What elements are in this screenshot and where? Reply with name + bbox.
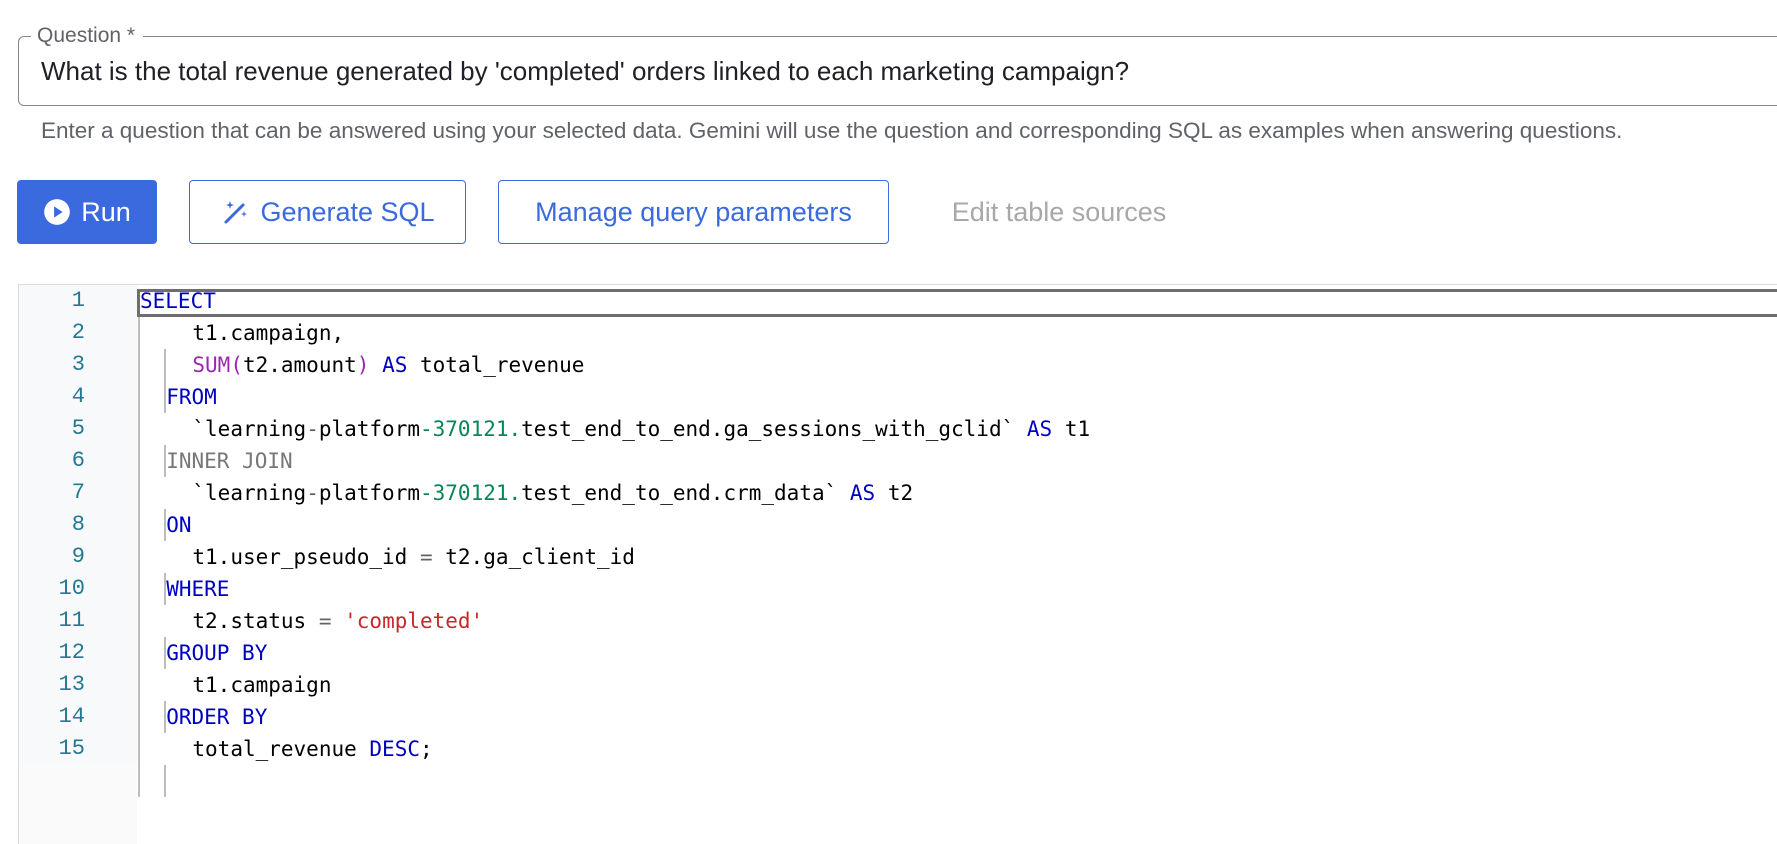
indent-guide (164, 765, 166, 797)
code-token: t1.campaign (192, 673, 332, 697)
line-number: 12 (58, 640, 85, 665)
generate-sql-label: Generate SQL (260, 196, 435, 227)
question-helper-text: Enter a question that can be answered us… (41, 118, 1623, 143)
code-line: ON (166, 509, 191, 541)
question-input[interactable] (41, 37, 1777, 105)
code-token: DESC (369, 737, 420, 761)
code-line: GROUP BY (166, 637, 267, 669)
line-number: 1 (71, 288, 85, 313)
line-number: 10 (58, 576, 85, 601)
code-token: ) (356, 353, 370, 377)
code-token: total_revenue (407, 353, 585, 377)
line-number: 6 (71, 448, 85, 473)
code-token: test_end_to_end.ga_sessions_with_gclid` (521, 417, 1015, 441)
line-number: 2 (71, 320, 85, 345)
line-number-gutter: 1 2 3 4 5 6 7 8 9 10 11 12 13 14 15 (19, 285, 137, 844)
code-token: ; (419, 737, 433, 761)
code-token: SUM( (192, 353, 243, 377)
indent-guide (164, 445, 166, 477)
play-circle-icon (44, 199, 71, 225)
code-line: t2.status = 'completed' (192, 605, 483, 637)
line-number: 14 (58, 704, 85, 729)
sql-editor[interactable]: 1 2 3 4 5 6 7 8 9 10 11 12 13 14 15 SELECT t1.campaign,… (18, 284, 1777, 844)
question-field[interactable]: Question * (18, 23, 1777, 106)
line-number: 4 (71, 384, 85, 409)
code-line: t1.user_pseudo_id = t2.ga_client_id (192, 541, 635, 573)
code-token: AS (1026, 417, 1053, 441)
code-token: platform (318, 417, 420, 441)
line-number: 7 (71, 480, 85, 505)
line-number: 5 (71, 416, 85, 441)
code-token: WHERE (166, 577, 230, 601)
code-token: SELECT (140, 289, 216, 313)
indent-guide (164, 573, 166, 605)
code-token: t1 (1052, 417, 1091, 441)
code-line: FROM (166, 381, 217, 413)
code-token: `learning (192, 481, 307, 505)
code-line: t1.campaign (192, 669, 331, 701)
line-number: 13 (58, 672, 85, 697)
code-token: t2.amount (242, 353, 357, 377)
code-token: t1.campaign, (192, 321, 345, 345)
code-token: t2 (875, 481, 914, 505)
code-token: t2.ga_client_id (432, 545, 635, 569)
code-token: test_end_to_end.crm_data` (521, 481, 838, 505)
indent-guide (164, 381, 166, 413)
code-token: - (306, 481, 319, 505)
code-line: INNER JOIN (166, 445, 292, 477)
code-token: AS (849, 481, 876, 505)
code-token: t2.status (192, 609, 319, 633)
line-number: 3 (71, 352, 85, 377)
indent-guide (164, 701, 166, 733)
manage-query-parameters-label: Manage query parameters (535, 196, 852, 227)
code-token: total_revenue (192, 737, 370, 761)
code-token: -370121. (420, 417, 522, 441)
code-token: INNER JOIN (166, 449, 293, 473)
generate-sql-button[interactable]: Generate SQL (189, 180, 466, 244)
code-token: = (419, 545, 433, 569)
code-line: `learning-platform-370121.test_end_to_en… (192, 413, 1090, 445)
code-token: AS (382, 353, 408, 377)
code-line: t1.campaign, (192, 317, 344, 349)
indent-guide (164, 349, 166, 381)
line-number: 11 (58, 608, 85, 633)
code-token: FROM (166, 385, 217, 409)
edit-table-sources-button: Edit table sources (921, 180, 1197, 244)
code-token: platform (318, 481, 420, 505)
code-line: SUM(t2.amount) AS total_revenue (192, 349, 584, 381)
line-number: 15 (58, 736, 85, 761)
code-area[interactable]: SELECT t1.campaign, SUM(t2.amount) AS tota… (137, 285, 1777, 797)
indent-guide (164, 637, 166, 669)
code-line: total_revenue DESC; (192, 733, 432, 765)
code-line: `learning-platform-370121.test_end_to_en… (192, 477, 913, 509)
code-token: GROUP BY (166, 641, 268, 665)
line-number: 9 (71, 544, 85, 569)
code-token: = (318, 609, 332, 633)
code-token: 'completed' (344, 609, 484, 633)
code-token: -370121. (420, 481, 522, 505)
magic-pen-icon (224, 201, 248, 224)
run-button-label: Run (81, 196, 131, 227)
run-button[interactable]: Run (17, 180, 157, 244)
gutter-empty-area (19, 765, 137, 844)
code-token: `learning (192, 417, 307, 441)
code-line: ORDER BY (166, 701, 267, 733)
manage-query-parameters-button[interactable]: Manage query parameters (498, 180, 889, 244)
code-token: t1.user_pseudo_id (192, 545, 420, 569)
indent-guide (138, 317, 140, 797)
edit-table-sources-label: Edit table sources (951, 196, 1167, 227)
code-line: WHERE (166, 573, 229, 605)
code-token: ON (166, 513, 192, 537)
code-token: ORDER BY (166, 705, 268, 729)
indent-guide (164, 509, 166, 541)
line-number: 8 (71, 512, 85, 537)
code-token: - (306, 417, 319, 441)
code-line: SELECT (140, 285, 216, 317)
